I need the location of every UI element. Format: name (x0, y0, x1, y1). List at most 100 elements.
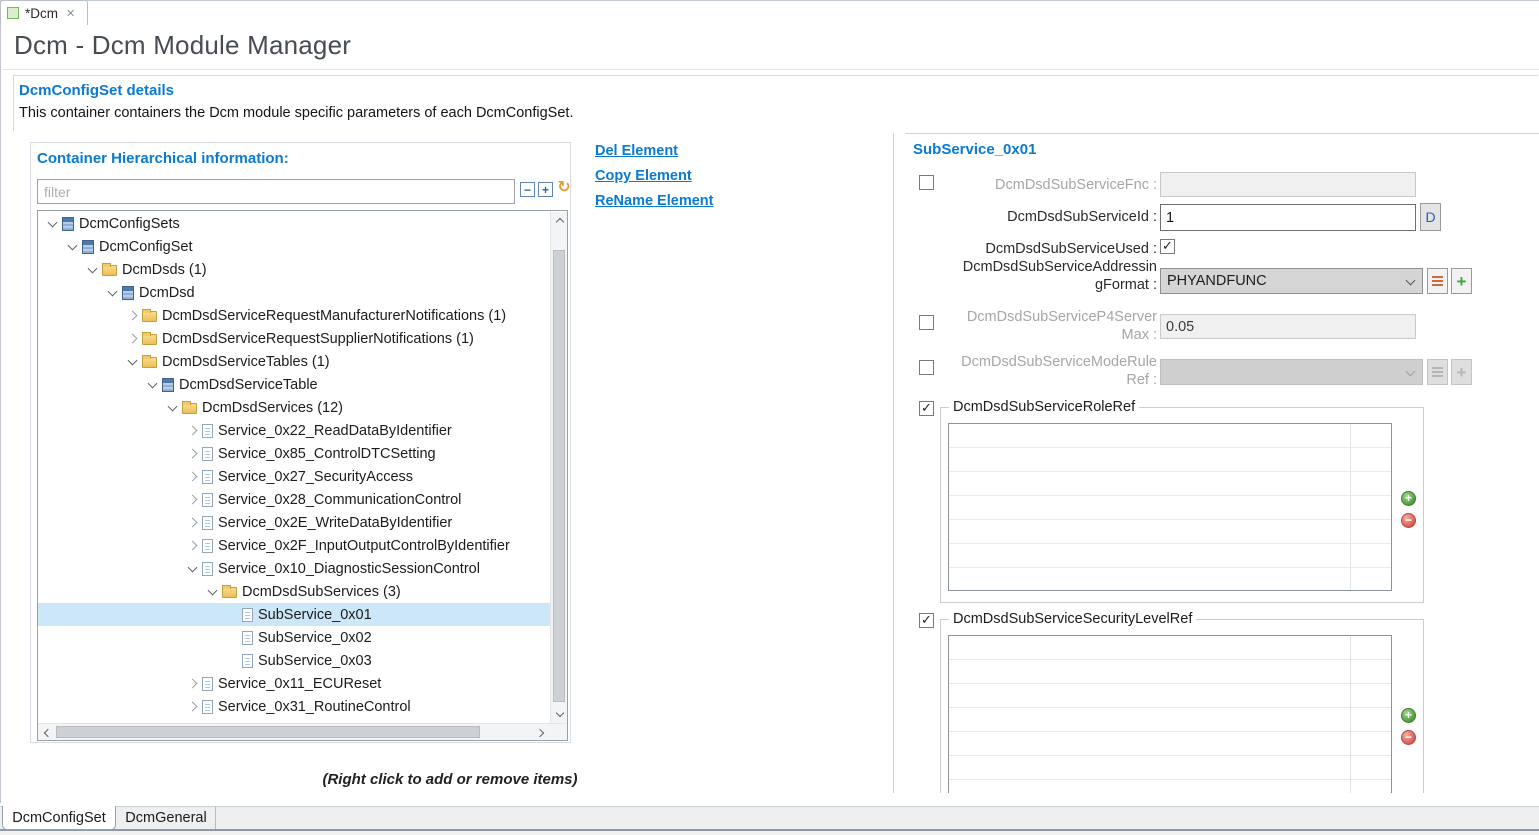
tree-item-icon (202, 516, 213, 530)
choose-reference-button[interactable] (1427, 268, 1448, 294)
tree-item[interactable]: DcmDsdServiceRequestSupplierNotification… (38, 327, 550, 350)
add-reference-button[interactable]: + (1451, 268, 1472, 294)
rename-element-link[interactable]: ReName Element (595, 193, 713, 209)
tree-item-icon (62, 217, 74, 231)
scroll-down-icon[interactable] (551, 706, 568, 723)
scroll-left-icon[interactable] (38, 724, 55, 741)
tree-chevron-icon[interactable] (187, 426, 197, 436)
tree-item[interactable]: Service_0x27_SecurityAccess (38, 465, 550, 488)
scroll-up-icon[interactable] (551, 212, 568, 229)
tree-chevron-icon[interactable] (187, 472, 197, 482)
dcm-module-manager-window: *Dcm ✕ Dcm - Dcm Module Manager DcmConfi… (0, 0, 1539, 835)
tree-item[interactable]: Service_0x31_RoutineControl (38, 695, 550, 718)
collapse-all-icon[interactable]: − (520, 182, 535, 197)
tree-chevron-icon[interactable] (207, 585, 217, 595)
chevron-down-icon (1406, 367, 1416, 377)
close-icon[interactable]: ✕ (66, 7, 75, 20)
tree-item[interactable]: DcmDsds (1) (38, 258, 550, 281)
remove-row-icon[interactable]: − (1401, 730, 1416, 745)
used-checkbox[interactable] (1160, 239, 1175, 254)
fnc-input (1160, 172, 1416, 197)
tree-item[interactable]: DcmDsd (38, 281, 550, 304)
tree-chevron-icon[interactable] (67, 240, 77, 250)
remove-row-icon[interactable]: − (1401, 513, 1416, 528)
title-separator (3, 69, 1539, 70)
tree-item[interactable]: DcmDsdServices (12) (38, 396, 550, 419)
tree-horizontal-scrollbar[interactable] (38, 723, 567, 740)
tree-chevron-icon[interactable] (187, 541, 197, 551)
id-label: DcmDsdSubServiceId : (945, 208, 1157, 226)
tree-chevron-icon[interactable] (127, 311, 137, 321)
p4-server-max-label: DcmDsdSubServiceP4Server Max : (925, 308, 1157, 344)
tree-item-icon (202, 700, 213, 714)
security-level-ref-checkbox[interactable] (919, 613, 934, 628)
tree-chevron-icon[interactable] (187, 518, 197, 528)
security-level-ref-table[interactable] (948, 635, 1392, 793)
table-column-divider (1350, 424, 1351, 590)
tree-chevron-icon[interactable] (147, 378, 157, 388)
tree-item[interactable]: DcmConfigSet (38, 235, 550, 258)
addressing-format-select[interactable]: PHYANDFUNC (1160, 268, 1423, 294)
del-element-link[interactable]: Del Element (595, 143, 678, 159)
tree-chevron-icon[interactable] (127, 355, 137, 365)
tree-item[interactable]: SubService_0x02 (38, 626, 550, 649)
tree: DcmConfigSets DcmConfigSet DcmDsds (1) D… (38, 212, 550, 723)
status-bar (0, 831, 1539, 835)
tree-item[interactable]: Service_0x2F_InputOutputControlByIdentif… (38, 534, 550, 557)
add-row-icon[interactable]: + (1401, 491, 1416, 506)
tree-chevron-icon[interactable] (167, 401, 177, 411)
tab-dcm-general[interactable]: DcmGeneral (117, 806, 216, 830)
tree-item-label: DcmDsdServiceRequestSupplierNotification… (162, 331, 474, 347)
id-input[interactable] (1160, 204, 1416, 231)
tree-item-label: Service_0x22_ReadDataByIdentifier (218, 423, 452, 439)
tree-item-label: Service_0x10_DiagnosticSessionControl (218, 561, 480, 577)
tree-item-label: Service_0x85_ControlDTCSetting (218, 446, 436, 462)
tree-item[interactable]: DcmDsdSubServices (3) (38, 580, 550, 603)
tree-chevron-icon[interactable] (187, 679, 197, 689)
copy-element-link[interactable]: Copy Element (595, 168, 692, 184)
tree-chevron-icon[interactable] (187, 562, 197, 572)
tree-item-icon (182, 403, 197, 414)
tree-chevron-icon[interactable] (107, 286, 117, 296)
tree-item[interactable]: DcmConfigSets (38, 212, 550, 235)
tree-item[interactable]: Service_0x2E_WriteDataByIdentifier (38, 511, 550, 534)
tree-item-icon (102, 265, 117, 276)
expand-all-icon[interactable]: + (538, 182, 553, 197)
tree-chevron-icon[interactable] (127, 334, 137, 344)
tree-item-label: DcmDsdServiceTables (1) (162, 354, 330, 370)
tree-vertical-scrollbar[interactable] (550, 212, 567, 723)
decimal-format-button[interactable]: D (1420, 203, 1441, 231)
scroll-right-icon[interactable] (533, 724, 550, 741)
tree-item[interactable]: DcmDsdServiceTables (1) (38, 350, 550, 373)
filter-input[interactable] (37, 179, 515, 204)
tree-chevron-icon[interactable] (47, 217, 57, 227)
vertical-scroll-thumb[interactable] (553, 250, 565, 702)
plus-icon: + (1457, 364, 1467, 381)
add-row-icon[interactable]: + (1401, 708, 1416, 723)
tab-dcm-config-set[interactable]: DcmConfigSet (2, 806, 116, 830)
role-ref-group: DcmDsdSubServiceRoleRef + − (940, 407, 1424, 603)
tree-item[interactable]: SubService_0x03 (38, 649, 550, 672)
tree-chevron-icon[interactable] (187, 702, 197, 712)
role-ref-checkbox[interactable] (919, 401, 934, 416)
chevron-down-icon (1406, 276, 1416, 286)
tree-item[interactable]: Service_0x28_CommunicationControl (38, 488, 550, 511)
tree-item-label: Service_0x11_ECUReset (218, 676, 381, 692)
tree-item[interactable]: DcmDsdServiceRequestManufacturerNotifica… (38, 304, 550, 327)
list-icon (1432, 276, 1443, 286)
tree-chevron-icon[interactable] (187, 495, 197, 505)
tree-item[interactable]: SubService_0x01 (38, 603, 550, 626)
role-ref-table[interactable] (948, 423, 1392, 591)
tree-item[interactable]: Service_0x22_ReadDataByIdentifier (38, 419, 550, 442)
sync-icon[interactable]: ↻ (555, 179, 573, 197)
tree-chevron-icon[interactable] (187, 449, 197, 459)
fnc-checkbox[interactable] (919, 175, 934, 190)
tree-item[interactable]: Service_0x85_ControlDTCSetting (38, 442, 550, 465)
tree-item[interactable]: Service_0x11_ECUReset (38, 672, 550, 695)
tree-item[interactable]: Service_0x10_DiagnosticSessionControl (38, 557, 550, 580)
tree-item-label: SubService_0x03 (258, 653, 372, 669)
horizontal-scroll-thumb[interactable] (56, 726, 480, 738)
tree-item[interactable]: DcmDsdServiceTable (38, 373, 550, 396)
tree-chevron-icon[interactable] (87, 263, 97, 273)
editor-tab-dcm[interactable]: *Dcm ✕ (0, 0, 88, 25)
